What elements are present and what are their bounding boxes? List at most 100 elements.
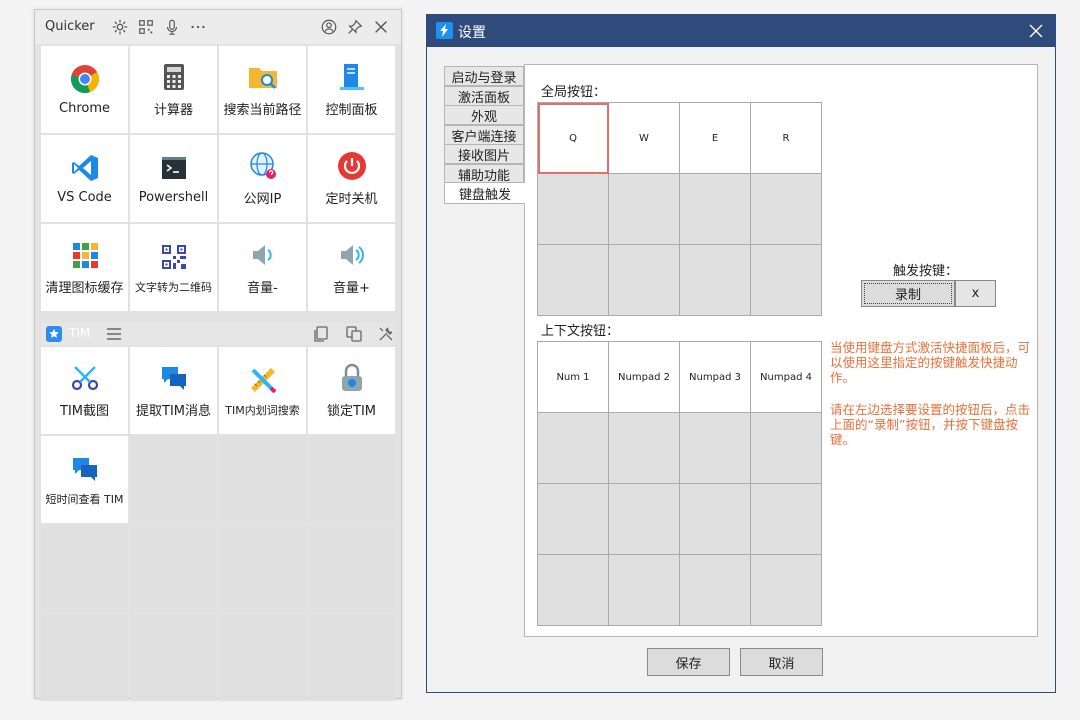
global-key-slot[interactable] bbox=[751, 245, 822, 316]
action-label: 搜索当前路径 bbox=[223, 103, 302, 118]
gear-icon[interactable] bbox=[111, 18, 129, 36]
quicker-logo-icon bbox=[436, 22, 453, 39]
context-key-slot[interactable] bbox=[680, 413, 751, 484]
tab-activate-panel[interactable]: 激活面板 bbox=[444, 86, 524, 106]
tab-appearance[interactable]: 外观 bbox=[444, 105, 524, 125]
action-label: 定时关机 bbox=[325, 192, 378, 207]
empty-slot bbox=[41, 614, 128, 701]
global-key-slot[interactable] bbox=[609, 174, 680, 245]
action-view-tim-briefly[interactable]: 短时间查看 TIM bbox=[41, 436, 128, 523]
close-icon[interactable] bbox=[372, 18, 390, 36]
action-label: 音量- bbox=[247, 281, 278, 296]
record-button[interactable]: 录制 bbox=[861, 280, 955, 307]
tim-logo-icon bbox=[45, 325, 63, 343]
context-key-slot[interactable] bbox=[680, 555, 751, 626]
global-key-slot[interactable] bbox=[538, 174, 609, 245]
copy-icon[interactable] bbox=[312, 325, 330, 343]
context-key-slot[interactable] bbox=[751, 484, 822, 555]
empty-slot bbox=[308, 525, 395, 612]
context-key-slot[interactable] bbox=[751, 555, 822, 626]
context-key-slot[interactable]: Numpad 4 bbox=[751, 342, 822, 413]
lock-icon bbox=[336, 362, 368, 394]
action-label: 文字转为二维码 bbox=[135, 280, 212, 294]
qrcode-small-icon[interactable] bbox=[137, 18, 155, 36]
pin-icon[interactable] bbox=[346, 18, 364, 36]
action-calculator[interactable]: 计算器 bbox=[130, 46, 217, 133]
context-key-slot[interactable]: Num 1 bbox=[538, 342, 609, 413]
empty-slot bbox=[308, 436, 395, 523]
global-key-slot[interactable]: Q bbox=[538, 103, 609, 174]
context-key-slot[interactable]: Numpad 2 bbox=[609, 342, 680, 413]
action-public-ip[interactable]: 公网IP bbox=[219, 135, 306, 222]
context-key-slot[interactable] bbox=[538, 413, 609, 484]
paste-icon[interactable] bbox=[345, 325, 363, 343]
action-extract-tim-message[interactable]: 提取TIM消息 bbox=[130, 347, 217, 434]
action-label: Chrome bbox=[59, 101, 110, 116]
global-key-slot[interactable] bbox=[680, 245, 751, 316]
user-icon[interactable] bbox=[320, 18, 338, 36]
tim-action-grid: TIM截图 提取TIM消息 TIM内划词搜索 锁定TIM 短时间查看 TIM bbox=[41, 347, 395, 701]
global-buttons-label: 全局按钮： bbox=[541, 85, 607, 100]
context-key-slot[interactable] bbox=[538, 484, 609, 555]
settings-titlebar: 设置 bbox=[427, 15, 1055, 47]
empty-slot bbox=[219, 525, 306, 612]
tools-icon[interactable] bbox=[377, 325, 395, 343]
action-label: VS Code bbox=[57, 190, 112, 205]
hint-text-instructions: 请在左边选择要设置的按钮后，点击上面的“录制”按钮，并按下键盘按键。 bbox=[830, 402, 1031, 447]
chat-icon bbox=[69, 453, 101, 485]
action-volume-down[interactable]: 音量- bbox=[219, 224, 306, 311]
action-powershell[interactable]: Powershell bbox=[130, 135, 217, 222]
tab-accessibility[interactable]: 辅助功能 bbox=[444, 164, 524, 184]
save-button[interactable]: 保存 bbox=[647, 648, 730, 676]
more-icon[interactable] bbox=[189, 18, 207, 36]
context-key-grid: Num 1 Numpad 2 Numpad 3 Numpad 4 bbox=[537, 341, 822, 626]
action-text-to-qrcode[interactable]: 文字转为二维码 bbox=[130, 224, 217, 311]
action-shutdown-timer[interactable]: 定时关机 bbox=[308, 135, 395, 222]
clear-key-button[interactable]: x bbox=[955, 280, 996, 307]
cancel-button[interactable]: 取消 bbox=[740, 648, 823, 676]
global-key-slot[interactable]: E bbox=[680, 103, 751, 174]
keyboard-trigger-panel: 全局按钮： Q W E R 上下文按钮： Num 1 Numpad 2 Nump… bbox=[524, 64, 1038, 637]
action-tim-word-search[interactable]: TIM内划词搜索 bbox=[219, 347, 306, 434]
close-icon[interactable] bbox=[1027, 22, 1045, 40]
menu-icon[interactable] bbox=[105, 325, 123, 343]
action-clear-icon-cache[interactable]: 清理图标缓存 bbox=[41, 224, 128, 311]
tab-startup-login[interactable]: 启动与登录 bbox=[444, 66, 524, 86]
global-key-slot[interactable] bbox=[751, 174, 822, 245]
empty-slot bbox=[130, 525, 217, 612]
action-vscode[interactable]: VS Code bbox=[41, 135, 128, 222]
global-key-grid: Q W E R bbox=[537, 102, 822, 316]
tab-receive-image[interactable]: 接收图片 bbox=[444, 144, 524, 164]
global-key-slot[interactable] bbox=[609, 245, 680, 316]
tab-keyboard-trigger[interactable]: 键盘触发 bbox=[444, 182, 525, 204]
settings-window: 设置 启动与登录 激活面板 外观 客户端连接 接收图片 辅助功能 键盘触发 全局… bbox=[426, 14, 1056, 693]
global-key-slot[interactable] bbox=[538, 245, 609, 316]
control-panel-icon bbox=[336, 61, 368, 93]
action-label: TIM截图 bbox=[60, 404, 109, 419]
context-key-slot[interactable]: Numpad 3 bbox=[680, 342, 751, 413]
action-search-path[interactable]: 搜索当前路径 bbox=[219, 46, 306, 133]
global-key-slot[interactable]: R bbox=[751, 103, 822, 174]
context-key-slot[interactable] bbox=[609, 413, 680, 484]
tab-client-connection[interactable]: 客户端连接 bbox=[444, 125, 524, 145]
global-key-slot[interactable] bbox=[680, 174, 751, 245]
action-control-panel[interactable]: 控制面板 bbox=[308, 46, 395, 133]
empty-slot bbox=[130, 436, 217, 523]
volume-up-icon bbox=[336, 239, 368, 271]
action-lock-tim[interactable]: 锁定TIM bbox=[308, 347, 395, 434]
context-key-slot[interactable] bbox=[609, 484, 680, 555]
context-key-slot[interactable] bbox=[680, 484, 751, 555]
chat-icon bbox=[158, 362, 190, 394]
vscode-icon bbox=[69, 152, 101, 184]
microphone-icon[interactable] bbox=[163, 18, 181, 36]
volume-down-icon bbox=[247, 239, 279, 271]
global-key-slot[interactable]: W bbox=[609, 103, 680, 174]
action-chrome[interactable]: Chrome bbox=[41, 46, 128, 133]
context-key-slot[interactable] bbox=[609, 555, 680, 626]
context-key-slot[interactable] bbox=[751, 413, 822, 484]
action-tim-screenshot[interactable]: TIM截图 bbox=[41, 347, 128, 434]
context-key-slot[interactable] bbox=[538, 555, 609, 626]
quicker-action-grid: Chrome 计算器 搜索当前路径 控制面板 VS Code Powershel… bbox=[41, 46, 395, 311]
action-volume-up[interactable]: 音量+ bbox=[308, 224, 395, 311]
icon-grid-icon bbox=[69, 239, 101, 271]
